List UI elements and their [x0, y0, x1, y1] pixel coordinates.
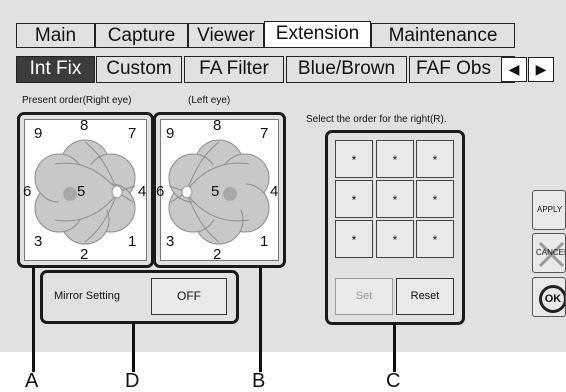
mirror-toggle-button[interactable]: OFF [151, 278, 227, 315]
left-eye-pos-9[interactable]: 9 [166, 126, 174, 141]
left-eye-pos-1[interactable]: 1 [260, 234, 268, 249]
callout-c-leader [393, 324, 396, 372]
left-eye-pos-3[interactable]: 3 [166, 234, 174, 249]
callout-d: D [125, 370, 140, 392]
left-eye-pos-5[interactable]: 5 [211, 184, 219, 199]
callout-c: C [386, 370, 401, 392]
callout-b: B [252, 370, 266, 392]
tab-capture[interactable]: Capture [95, 23, 188, 48]
order-cell[interactable]: * [416, 140, 454, 178]
order-cell[interactable]: * [335, 140, 373, 178]
subtab-fa-filter[interactable]: FA Filter [184, 56, 284, 83]
callout-b-leader [259, 268, 262, 372]
left-eye-pos-6[interactable]: 6 [156, 184, 164, 199]
ok-button[interactable]: OK [532, 277, 566, 317]
right-eye-pos-2[interactable]: 2 [80, 247, 88, 262]
tab-main[interactable]: Main [16, 23, 95, 48]
order-cell[interactable]: * [416, 220, 454, 258]
left-eye-pos-8[interactable]: 8 [213, 118, 221, 133]
right-eye-pos-8[interactable]: 8 [80, 118, 88, 133]
scroll-right-icon[interactable]: ▶ [528, 57, 554, 82]
tab-maintenance[interactable]: Maintenance [371, 23, 515, 48]
order-cell[interactable]: * [376, 180, 414, 218]
order-cell[interactable]: * [335, 180, 373, 218]
tab-extension[interactable]: Extension [264, 21, 371, 48]
order-cell[interactable]: * [416, 180, 454, 218]
left-eye-pos-4[interactable]: 4 [270, 184, 278, 199]
right-eye-pos-6[interactable]: 6 [23, 184, 31, 199]
subtab-custom[interactable]: Custom [96, 56, 182, 83]
callout-d-leader [132, 324, 135, 372]
subtab-faf-obs[interactable]: FAF Obs [409, 56, 515, 83]
set-button[interactable]: Set [335, 278, 393, 315]
select-order-label: Select the order for the right(R). [306, 114, 447, 125]
right-eye-pos-4[interactable]: 4 [138, 184, 146, 199]
left-eye-label: (Left eye) [188, 95, 231, 106]
right-eye-pos-3[interactable]: 3 [34, 234, 42, 249]
reset-button[interactable]: Reset [396, 278, 454, 315]
right-eye-pos-1[interactable]: 1 [128, 234, 136, 249]
order-cell[interactable]: * [376, 140, 414, 178]
apply-button[interactable]: APPLY [532, 190, 566, 230]
right-eye-pos-9[interactable]: 9 [34, 126, 42, 141]
callout-a: A [25, 370, 39, 392]
left-eye-pos-7[interactable]: 7 [260, 126, 268, 141]
subtab-blue-brown[interactable]: Blue/Brown [286, 56, 407, 83]
subtab-int-fix[interactable]: Int Fix [16, 56, 95, 83]
present-order-label: Present order(Right eye) [22, 95, 132, 106]
left-eye-pos-2[interactable]: 2 [213, 247, 221, 262]
scroll-left-icon[interactable]: ◀ [501, 57, 527, 82]
right-eye-pos-7[interactable]: 7 [128, 126, 136, 141]
order-cell[interactable]: * [335, 220, 373, 258]
mirror-setting-label: Mirror Setting [54, 290, 121, 302]
ok-icon: OK [539, 285, 565, 313]
right-eye-pos-5[interactable]: 5 [77, 184, 85, 199]
callout-a-leader [32, 268, 35, 372]
order-cell[interactable]: * [376, 220, 414, 258]
cancel-label: CANCEL [536, 248, 566, 257]
tab-viewer[interactable]: Viewer [188, 23, 264, 48]
cancel-button[interactable]: CANCEL [532, 233, 566, 273]
